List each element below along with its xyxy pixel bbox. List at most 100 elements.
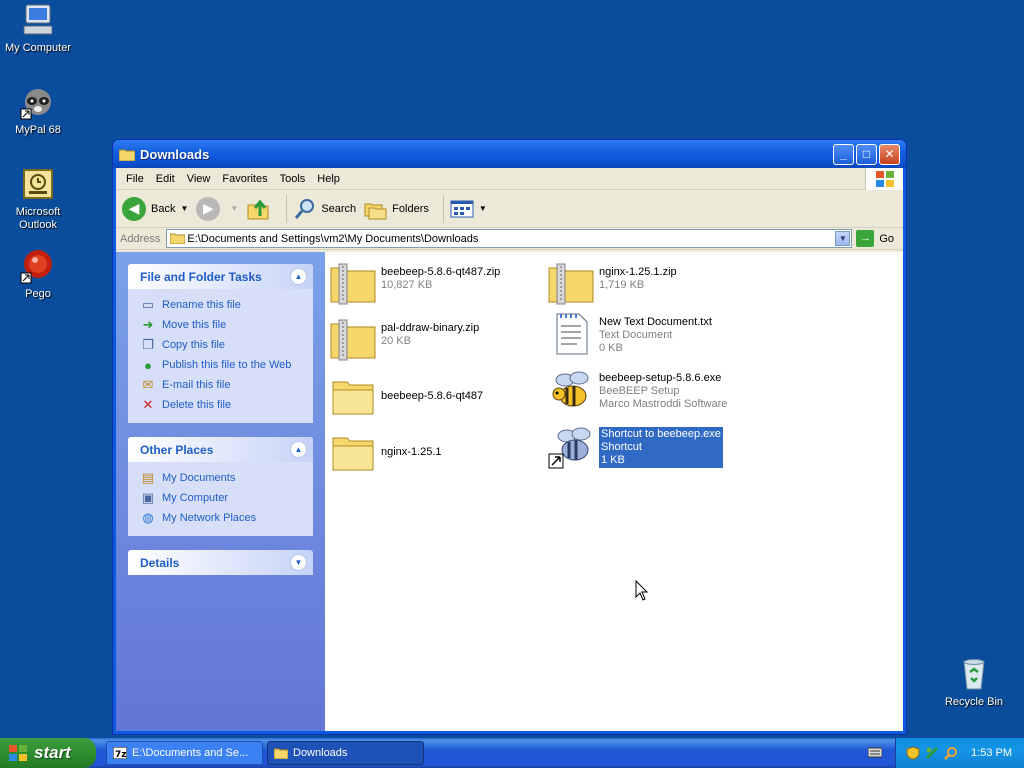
my-network-places-link[interactable]: ◍ My Network Places	[140, 508, 301, 528]
file-item-beebeep-setup[interactable]: beebeep-setup-5.8.6.exe BeeBEEP Setup Marc…	[547, 366, 727, 414]
folder-item-nginx[interactable]: nginx-1.25.1	[329, 428, 442, 476]
desktop-icon-recycle-bin[interactable]: Recycle Bin	[934, 656, 1014, 709]
delete-file-link[interactable]: ✕ Delete this file	[140, 395, 301, 415]
up-folder-icon	[247, 199, 269, 219]
keyboard-icon[interactable]	[868, 746, 882, 758]
folder-icon	[118, 148, 136, 161]
menu-edit[interactable]: Edit	[150, 173, 181, 185]
minimize-button[interactable]: _	[833, 143, 854, 165]
email-file-link[interactable]: ✉ E-mail this file	[140, 375, 301, 395]
zip-folder-icon	[329, 260, 377, 308]
copy-icon: ❐	[142, 337, 154, 352]
file-item-nginx-zip[interactable]: nginx-1.25.1.zip 1,719 KB	[547, 260, 677, 308]
text-document-icon	[547, 310, 595, 358]
back-arrow-icon: ◀	[122, 196, 146, 221]
rename-file-link[interactable]: ▭ Rename this file	[140, 295, 301, 315]
up-folder-button[interactable]	[246, 197, 272, 221]
desktop-icon-outlook[interactable]: Microsoft Outlook	[0, 166, 78, 232]
folder-item-beebeep[interactable]: beebeep-5.8.6-qt487	[329, 372, 483, 420]
folders-button[interactable]: Folders	[364, 198, 429, 220]
desktop-icon-mypal[interactable]: MyPal 68	[0, 84, 78, 137]
file-size: 1,719 KB	[599, 279, 645, 291]
other-places-header[interactable]: Other Places ▲	[128, 437, 313, 462]
chevron-down-icon[interactable]: ▼	[230, 204, 238, 213]
file-name: beebeep-setup-5.8.6.exe	[599, 372, 722, 384]
menu-bar: File Edit View Favorites Tools Help	[116, 168, 903, 190]
computer-icon	[20, 2, 56, 38]
recycle-bin-icon	[956, 656, 992, 692]
menu-favorites[interactable]: Favorites	[216, 173, 273, 185]
start-button[interactable]: start	[0, 738, 96, 768]
views-icon	[450, 200, 474, 217]
address-dropdown-button[interactable]: ▼	[835, 231, 851, 246]
folder-icon	[169, 232, 186, 245]
file-description: BeeBEEP Setup	[599, 385, 680, 397]
network-icon[interactable]	[925, 746, 939, 760]
panel-title: Other Places	[140, 442, 214, 457]
panel-title: Details	[140, 555, 180, 570]
forward-button[interactable]: ▶ ▼	[196, 196, 238, 221]
file-name: New Text Document.txt	[599, 316, 712, 328]
close-icon: ✕	[884, 147, 895, 161]
desktop-icon-my-computer[interactable]: My Computer	[0, 2, 78, 55]
my-documents-link[interactable]: ▤ My Documents	[140, 468, 301, 488]
close-button[interactable]: ✕	[879, 143, 900, 165]
chevron-down-icon[interactable]: ▼	[479, 204, 487, 213]
go-label: Go	[879, 232, 895, 245]
taskbar-item-downloads[interactable]: Downloads	[267, 741, 424, 765]
link-label: Rename this file	[162, 299, 241, 311]
move-file-link[interactable]: ➜ Move this file	[140, 315, 301, 335]
delete-icon: ✕	[142, 397, 154, 412]
file-size: 10,827 KB	[381, 279, 433, 291]
file-item-beebeep-zip[interactable]: beebeep-5.8.6-qt487.zip 10,827 KB	[329, 260, 500, 308]
file-item-new-text-document[interactable]: New Text Document.txt Text Document 0 KB	[547, 310, 712, 358]
file-item-shortcut-beebeep[interactable]: Shortcut to beebeep.exe Shortcut 1 KB	[547, 422, 723, 470]
file-item-pal-ddraw-zip[interactable]: pal-ddraw-binary.zip 20 KB	[329, 316, 479, 364]
address-input[interactable]: E:\Documents and Settings\vm2\My Documen…	[166, 229, 853, 248]
chevron-down-icon[interactable]: ▼	[180, 204, 188, 213]
menu-view[interactable]: View	[181, 173, 217, 185]
menu-tools[interactable]: Tools	[274, 173, 312, 185]
task-label: E:\Documents and Se...	[132, 747, 249, 759]
mouse-cursor-icon	[635, 580, 649, 601]
panel-body: ▭ Rename this file ➜ Move this file ❐ Copy …	[128, 289, 313, 423]
panel-title: File and Folder Tasks	[140, 269, 262, 284]
file-type: Text Document	[599, 329, 673, 341]
go-button[interactable]: → Go	[856, 230, 894, 247]
taskbar: start 7z E:\Documents and Se... Download…	[0, 738, 1024, 768]
address-bar: Address E:\Documents and Settings\vm2\My…	[116, 228, 903, 250]
chevron-up-icon[interactable]: ▲	[290, 441, 307, 458]
publish-web-link[interactable]: ● Publish this file to the Web	[140, 355, 301, 375]
network-icon: ◍	[142, 510, 154, 525]
file-tasks-header[interactable]: File and Folder Tasks ▲	[128, 264, 313, 289]
svg-text:7z: 7z	[115, 750, 127, 759]
taskbar-item-7zip[interactable]: 7z E:\Documents and Se...	[106, 741, 263, 765]
maximize-button[interactable]: □	[856, 143, 877, 165]
back-button[interactable]: ◀ Back ▼	[122, 196, 188, 221]
folder-name: nginx-1.25.1	[381, 446, 442, 458]
minimize-icon: _	[840, 147, 847, 161]
window-titlebar[interactable]: Downloads _ □ ✕	[113, 140, 906, 168]
chevron-up-icon[interactable]: ▲	[290, 268, 307, 285]
shield-icon[interactable]	[906, 746, 920, 760]
details-header[interactable]: Details ▼	[128, 550, 313, 575]
link-label: Delete this file	[162, 399, 232, 411]
chevron-down-icon[interactable]: ▼	[290, 554, 307, 571]
folders-icon	[364, 203, 387, 219]
window-title: Downloads	[140, 146, 210, 162]
copy-file-link[interactable]: ❐ Copy this file	[140, 335, 301, 355]
window-body: File Edit View Favorites Tools Help ◀ Ba…	[116, 168, 903, 731]
menu-file[interactable]: File	[120, 173, 150, 185]
my-computer-link[interactable]: ▣ My Computer	[140, 488, 301, 508]
menu-help[interactable]: Help	[311, 173, 346, 185]
file-size: 0 KB	[599, 342, 623, 354]
link-label: E-mail this file	[162, 379, 231, 391]
views-button[interactable]: ▼	[450, 200, 487, 218]
search-icon[interactable]	[944, 746, 958, 760]
task-pane: File and Folder Tasks ▲ ▭ Rename this fil…	[116, 252, 325, 731]
desktop-icon-pego[interactable]: Pego	[0, 248, 78, 301]
search-button[interactable]: Search	[293, 197, 356, 221]
search-label: Search	[321, 202, 357, 215]
content-area: File and Folder Tasks ▲ ▭ Rename this fil…	[116, 252, 903, 731]
globe-icon: ●	[144, 357, 152, 373]
